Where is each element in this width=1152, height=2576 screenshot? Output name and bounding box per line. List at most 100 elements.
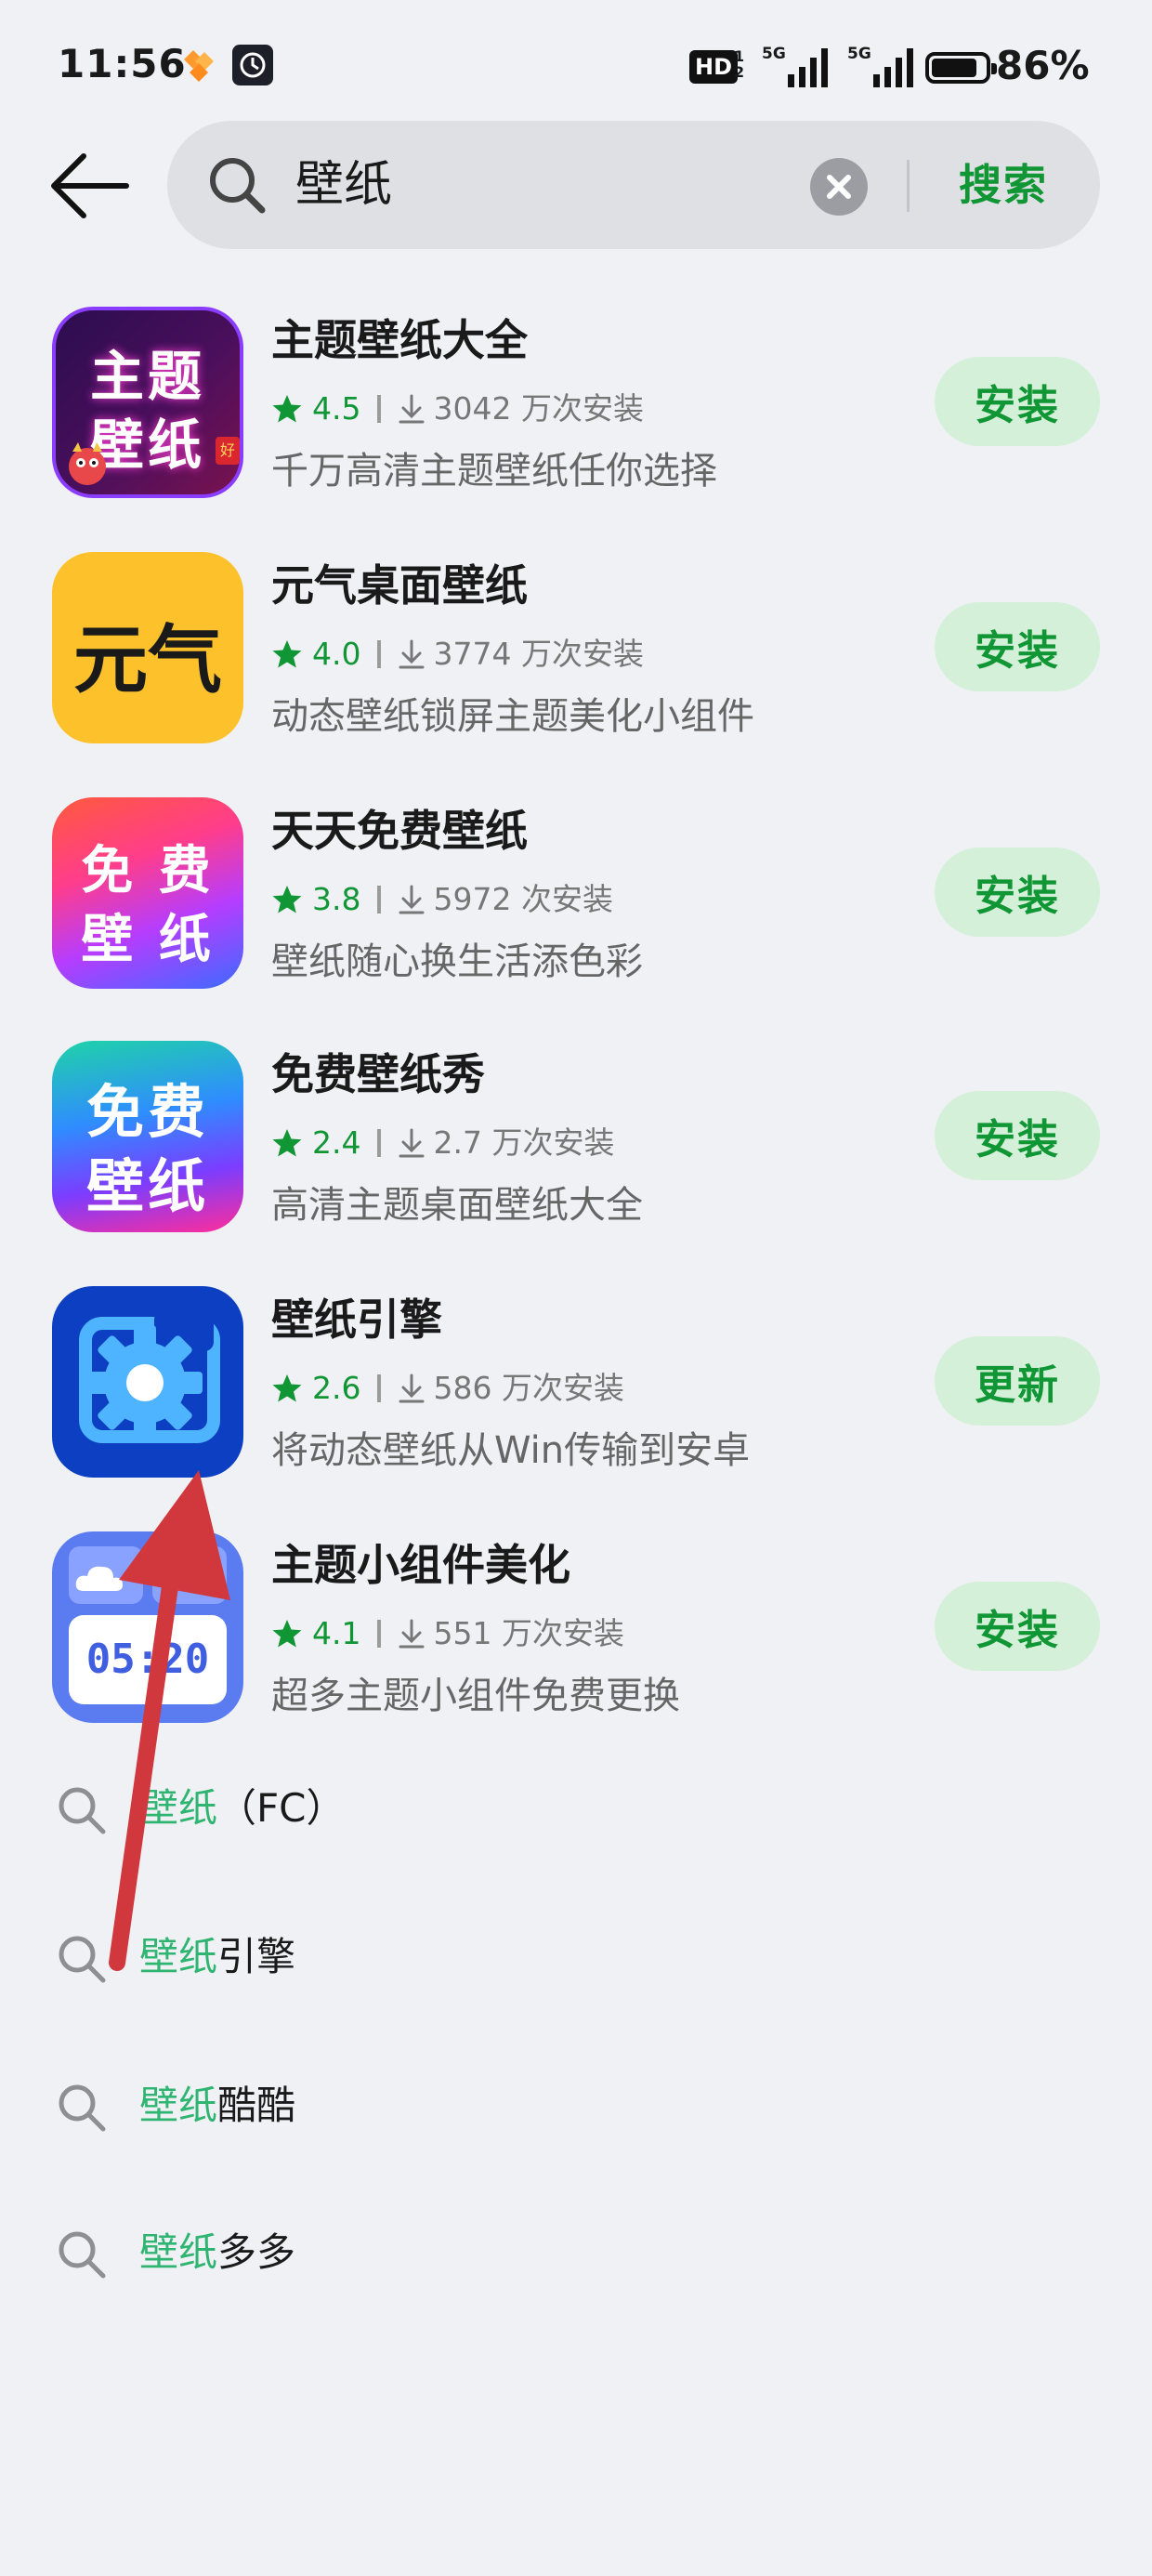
search-input[interactable]: 壁纸 [295,156,392,214]
signal-icon-sim1: 5G [762,45,828,89]
app-install-count: 3774 万次安装 [433,636,644,672]
app-result-row[interactable]: 壁纸引擎 2.6 586 万次安装 将动态壁纸从Win传输到安卓 更新 [0,1286,1152,1530]
suggestion-item[interactable]: 壁纸酷酷 [0,2050,1152,2162]
app-description: 将动态壁纸从Win传输到安卓 [271,1429,751,1472]
meta-divider [377,640,382,668]
search-divider [907,160,910,212]
app-name[interactable]: 元气桌面壁纸 [271,559,528,611]
suggestion-item[interactable]: 壁纸多多 [0,2197,1152,2308]
star-icon [272,1374,302,1402]
app-meta: 2.4 2.7 万次安装 [271,1121,614,1165]
app-result-row[interactable]: 元气 元气桌面壁纸 4.0 3774 万次安装 动态壁纸锁屏主题美化小组件 安装 [0,552,1152,795]
app-rating: 2.6 [312,1370,361,1406]
suggestion-label: 壁纸多多 [139,2229,296,2275]
app-name[interactable]: 天天免费壁纸 [271,805,528,857]
app-name[interactable]: 主题壁纸大全 [271,314,528,366]
download-icon [399,1128,425,1158]
suggestion-item[interactable]: 壁纸引擎 [0,1901,1152,2013]
app-meta: 3.8 5972 次安装 [271,877,613,922]
app-icon-free-wallpaper-show[interactable]: 免费 壁纸 [52,1041,243,1232]
battery-percent: 86% [996,43,1090,88]
battery-icon [925,52,997,84]
app-meta: 4.1 551 万次安装 [271,1611,624,1656]
app-rating: 2.4 [312,1124,361,1161]
install-button[interactable]: 安装 [935,357,1100,446]
install-button[interactable]: 安装 [935,848,1100,937]
suggestion-label: 壁纸引擎 [139,1934,296,1979]
app-install-count: 586 万次安装 [433,1370,624,1406]
update-button[interactable]: 更新 [935,1336,1100,1426]
weather-tile [69,1546,143,1604]
app-notification-icon [184,50,214,82]
hd-sim-index: 1 2 [734,47,745,81]
star-icon [272,1620,302,1648]
close-icon [827,175,851,199]
status-time: 11:56 [58,41,187,86]
app-result-row[interactable]: 免 费 壁 纸 天天免费壁纸 3.8 5972 次安装 壁纸随心换生活添色彩 安… [0,797,1152,1041]
app-description: 壁纸随心换生活添色彩 [271,940,643,983]
app-rating: 4.0 [312,636,361,672]
hd-voice-badge: HD [689,50,739,84]
search-icon [59,2231,106,2279]
search-icon [59,1936,106,1983]
suggestion-label: 壁纸（FC） [139,1785,346,1831]
back-arrow-icon [51,153,129,218]
app-meta: 4.0 3774 万次安装 [271,632,644,677]
app-rating: 3.8 [312,881,361,917]
gear-icon [79,1310,220,1443]
download-icon [399,639,425,669]
app-install-count: 3042 万次安装 [433,390,644,427]
app-install-count: 2.7 万次安装 [433,1124,615,1161]
suggestion-item[interactable]: 壁纸（FC） [0,1753,1152,1864]
suggestion-label: 壁纸酷酷 [139,2083,296,2128]
app-install-count: 551 万次安装 [433,1615,624,1651]
meta-divider [377,1620,382,1648]
app-meta: 2.6 586 万次安装 [271,1366,624,1411]
widget-tile [152,1546,227,1604]
download-icon [399,394,425,424]
meta-divider [377,395,382,423]
clock-time: 05:20 [85,1636,210,1683]
app-result-row[interactable]: 主题 壁纸 好 主题壁纸大全 4.5 3042 万次安装 千万高清主题壁纸任你选… [0,307,1152,550]
status-bar: 11:56 HD 1 2 5G 5G 86% [0,0,1152,139]
meta-divider [377,886,382,913]
install-button[interactable]: 安装 [935,1582,1100,1671]
cloud-icon [75,1566,123,1591]
app-install-count: 5972 次安装 [433,881,613,917]
app-icon-theme-wallpaper[interactable]: 主题 壁纸 好 [52,307,243,498]
star-icon [272,395,302,423]
search-bar[interactable]: 壁纸 搜索 [167,121,1100,249]
search-icon [210,158,266,214]
app-result-row[interactable]: 免费 壁纸 免费壁纸秀 2.4 2.7 万次安装 高清主题桌面壁纸大全 安装 [0,1041,1152,1284]
app-icon-widget-clock[interactable]: 05:20 [52,1531,243,1723]
install-button[interactable]: 安装 [935,1091,1100,1180]
app-name[interactable]: 免费壁纸秀 [271,1048,485,1100]
download-icon [399,1619,425,1649]
clear-search-button[interactable] [810,158,868,216]
app-name[interactable]: 主题小组件美化 [271,1539,570,1591]
app-rating: 4.5 [312,390,361,427]
app-description: 高清主题桌面壁纸大全 [271,1184,643,1227]
app-icon-wallpaper-engine[interactable] [52,1286,243,1478]
app-icon-yuanqi[interactable]: 元气 [52,552,243,743]
app-description: 动态壁纸锁屏主题美化小组件 [271,695,754,738]
search-submit-button[interactable]: 搜索 [959,156,1048,214]
app-icon-free-wallpaper-rainbow[interactable]: 免 费 壁 纸 [52,797,243,989]
clock-app-notification-icon [232,45,273,85]
red-envelope-badge: 好 [216,437,240,465]
star-icon [272,886,302,913]
meta-divider [377,1374,382,1402]
back-button[interactable] [48,149,130,227]
clock-widget: 05:20 [69,1615,227,1704]
app-result-row[interactable]: 05:20 主题小组件美化 4.1 551 万次安装 超多主题小组件免费更换 安… [0,1531,1152,1775]
app-description: 千万高清主题壁纸任你选择 [271,450,717,493]
app-rating: 4.1 [312,1615,361,1651]
star-icon [272,640,302,668]
install-button[interactable]: 安装 [935,602,1100,691]
download-icon [399,1373,425,1403]
download-icon [399,885,425,914]
app-meta: 4.5 3042 万次安装 [271,387,644,431]
search-icon [59,2084,106,2132]
app-name[interactable]: 壁纸引擎 [271,1294,442,1346]
meta-divider [377,1129,382,1157]
